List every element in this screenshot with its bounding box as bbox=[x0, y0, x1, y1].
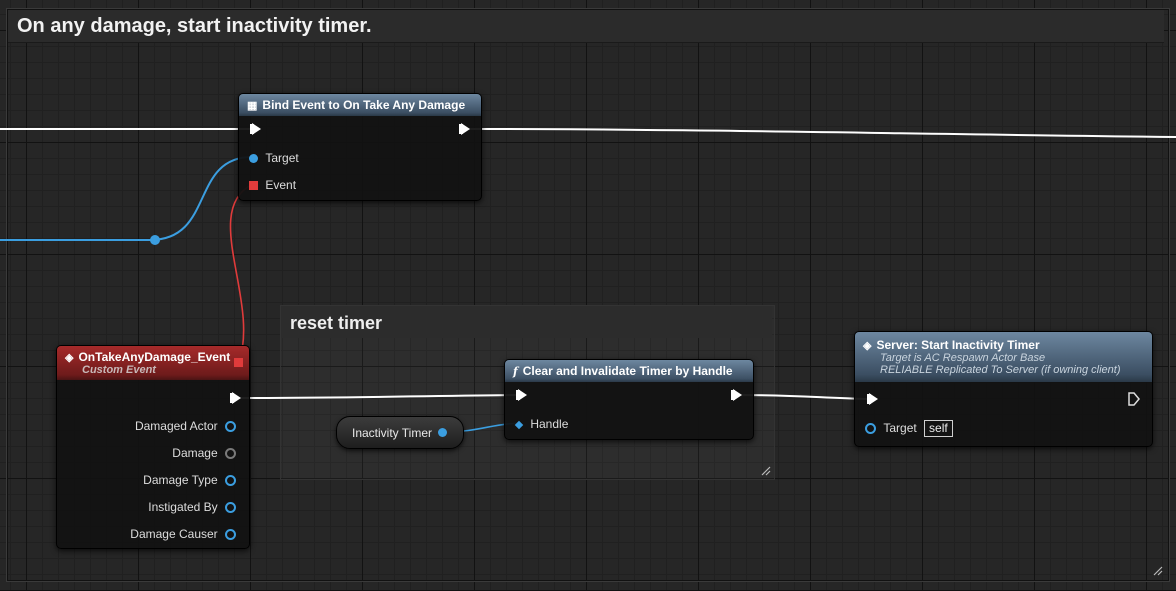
damage-type-label: Damage Type bbox=[143, 473, 218, 487]
clear-timer-node-header[interactable]: f Clear and Invalidate Timer by Handle bbox=[505, 360, 753, 382]
server-target-pin[interactable]: Target self bbox=[865, 420, 953, 437]
server-target-label: Target bbox=[883, 421, 917, 435]
server-exec-in-pin[interactable] bbox=[867, 393, 878, 405]
bind-event-pin[interactable]: Event bbox=[249, 178, 296, 192]
object-pin-icon bbox=[865, 423, 876, 435]
server-node-header[interactable]: ◈ Server: Start Inactivity Timer Target … bbox=[855, 332, 1152, 382]
clear-exec-in-pin[interactable] bbox=[516, 389, 527, 401]
custom-event-subtitle: Custom Event bbox=[82, 364, 156, 376]
exec-wire-event-clear bbox=[237, 394, 517, 399]
damage-causer-label: Damage Causer bbox=[130, 527, 218, 541]
custom-event-node-header[interactable]: ◈ OnTakeAnyDamage_Event Custom Event bbox=[57, 346, 249, 380]
delegate-pin-icon bbox=[249, 181, 258, 191]
handle-pin[interactable]: Handle bbox=[514, 417, 569, 431]
instigated-by-pin[interactable]: Instigated By bbox=[148, 500, 236, 514]
damaged-actor-label: Damaged Actor bbox=[134, 419, 218, 433]
clear-timer-title: Clear and Invalidate Timer by Handle bbox=[522, 364, 733, 378]
target-self-field[interactable]: self bbox=[924, 420, 953, 437]
server-node-subtitle-target: Target is AC Respawn Actor Base bbox=[880, 352, 1046, 364]
float-pin-icon bbox=[225, 448, 236, 460]
damage-causer-pin[interactable]: Damage Causer bbox=[130, 527, 236, 541]
event-exec-out-pin[interactable] bbox=[230, 392, 241, 404]
bind-exec-in-pin[interactable] bbox=[250, 123, 261, 135]
reroute-node bbox=[150, 235, 160, 245]
damage-label: Damage bbox=[172, 446, 218, 460]
handle-label: Handle bbox=[530, 417, 569, 431]
bind-event-node-header[interactable]: ▦ Bind Event to On Take Any Damage bbox=[239, 94, 481, 116]
target-pin-icon bbox=[249, 154, 258, 164]
server-node-subtitle-replication: RELIABLE Replicated To Server (if owning… bbox=[880, 364, 1121, 376]
bind-target-pin[interactable]: Target bbox=[249, 151, 299, 165]
object-pin-icon bbox=[225, 421, 236, 433]
damaged-actor-pin[interactable]: Damaged Actor bbox=[135, 419, 236, 433]
server-exec-out-pin[interactable] bbox=[1128, 392, 1140, 406]
struct-pin-icon bbox=[514, 420, 524, 430]
function-icon: f bbox=[513, 364, 518, 378]
bind-event-label: Event bbox=[265, 178, 297, 192]
exec-wire-out bbox=[465, 128, 1176, 138]
delegate-output-pin[interactable] bbox=[234, 358, 243, 367]
delegate-wire bbox=[229, 183, 254, 363]
object-pin-icon bbox=[225, 475, 236, 487]
exec-wire-clear-server bbox=[737, 394, 869, 400]
inactivity-timer-variable-node[interactable]: Inactivity Timer bbox=[336, 416, 464, 449]
event-icon: ◈ bbox=[863, 339, 872, 352]
bind-event-node-title: Bind Event to On Take Any Damage bbox=[262, 98, 466, 112]
object-pin-icon bbox=[225, 529, 236, 541]
custom-event-title: OnTakeAnyDamage_Event bbox=[78, 350, 231, 364]
server-node-title: Server: Start Inactivity Timer bbox=[876, 338, 1040, 352]
object-pin-icon bbox=[225, 502, 236, 514]
damage-type-pin[interactable]: Damage Type bbox=[143, 473, 236, 487]
bind-target-label: Target bbox=[265, 151, 299, 165]
target-wire bbox=[0, 156, 253, 241]
inactivity-timer-label: Inactivity Timer bbox=[352, 426, 433, 440]
event-icon: ◈ bbox=[65, 351, 74, 364]
function-icon: ▦ bbox=[247, 99, 258, 112]
damage-pin[interactable]: Damage bbox=[172, 446, 236, 460]
bind-exec-out-pin[interactable] bbox=[459, 123, 470, 135]
instigated-by-label: Instigated By bbox=[148, 500, 218, 514]
clear-exec-out-pin[interactable] bbox=[731, 389, 742, 401]
variable-output-pin-icon[interactable] bbox=[438, 428, 447, 437]
